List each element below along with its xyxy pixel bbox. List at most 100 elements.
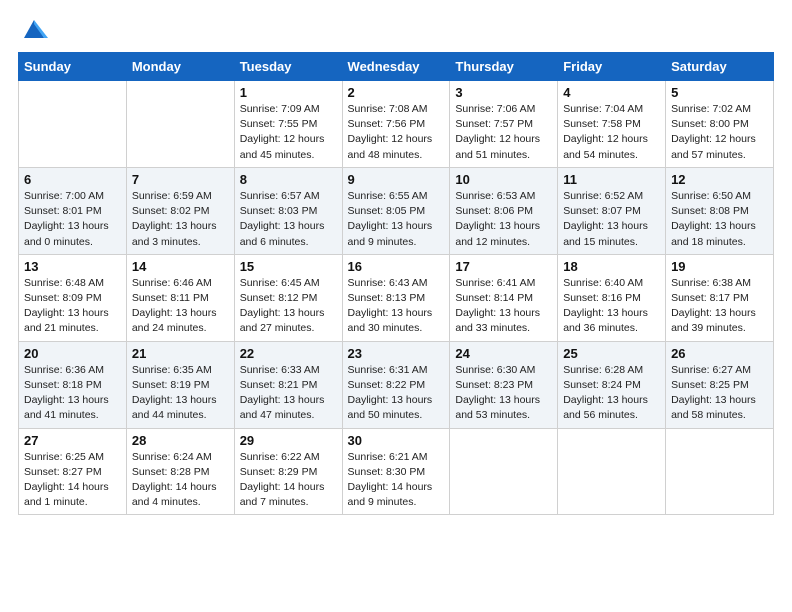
day-info: Sunrise: 6:45 AM Sunset: 8:12 PM Dayligh…	[240, 276, 337, 337]
empty-cell	[666, 428, 774, 515]
day-cell-14: 14 Sunrise: 6:46 AM Sunset: 8:11 PM Dayli…	[126, 254, 234, 341]
day-header-wednesday: Wednesday	[342, 53, 450, 81]
day-info: Sunrise: 7:02 AM Sunset: 8:00 PM Dayligh…	[671, 102, 768, 163]
day-number: 27	[24, 433, 121, 448]
day-cell-19: 19 Sunrise: 6:38 AM Sunset: 8:17 PM Dayli…	[666, 254, 774, 341]
day-number: 7	[132, 172, 229, 187]
day-cell-22: 22 Sunrise: 6:33 AM Sunset: 8:21 PM Dayli…	[234, 341, 342, 428]
day-number: 26	[671, 346, 768, 361]
day-info: Sunrise: 6:53 AM Sunset: 8:06 PM Dayligh…	[455, 189, 552, 250]
day-number: 10	[455, 172, 552, 187]
day-cell-7: 7 Sunrise: 6:59 AM Sunset: 8:02 PM Daylig…	[126, 167, 234, 254]
week-row-3: 20 Sunrise: 6:36 AM Sunset: 8:18 PM Dayli…	[19, 341, 774, 428]
day-cell-28: 28 Sunrise: 6:24 AM Sunset: 8:28 PM Dayli…	[126, 428, 234, 515]
day-info: Sunrise: 6:22 AM Sunset: 8:29 PM Dayligh…	[240, 450, 337, 511]
day-info: Sunrise: 6:38 AM Sunset: 8:17 PM Dayligh…	[671, 276, 768, 337]
day-header-tuesday: Tuesday	[234, 53, 342, 81]
day-cell-27: 27 Sunrise: 6:25 AM Sunset: 8:27 PM Dayli…	[19, 428, 127, 515]
day-info: Sunrise: 6:31 AM Sunset: 8:22 PM Dayligh…	[348, 363, 445, 424]
day-cell-20: 20 Sunrise: 6:36 AM Sunset: 8:18 PM Dayli…	[19, 341, 127, 428]
day-cell-17: 17 Sunrise: 6:41 AM Sunset: 8:14 PM Dayli…	[450, 254, 558, 341]
day-header-monday: Monday	[126, 53, 234, 81]
day-cell-4: 4Sunrise: 7:04 AM Sunset: 7:58 PM Daylig…	[558, 81, 666, 168]
day-cell-26: 26 Sunrise: 6:27 AM Sunset: 8:25 PM Dayli…	[666, 341, 774, 428]
header	[18, 18, 774, 42]
day-info: Sunrise: 6:46 AM Sunset: 8:11 PM Dayligh…	[132, 276, 229, 337]
day-cell-11: 11Sunrise: 6:52 AM Sunset: 8:07 PM Dayli…	[558, 167, 666, 254]
day-number: 21	[132, 346, 229, 361]
empty-cell	[19, 81, 127, 168]
page: SundayMondayTuesdayWednesdayThursdayFrid…	[0, 0, 792, 612]
day-number: 9	[348, 172, 445, 187]
day-cell-30: 30Sunrise: 6:21 AM Sunset: 8:30 PM Dayli…	[342, 428, 450, 515]
day-cell-29: 29 Sunrise: 6:22 AM Sunset: 8:29 PM Dayli…	[234, 428, 342, 515]
calendar-header-row: SundayMondayTuesdayWednesdayThursdayFrid…	[19, 53, 774, 81]
day-info: Sunrise: 6:59 AM Sunset: 8:02 PM Dayligh…	[132, 189, 229, 250]
day-info: Sunrise: 6:48 AM Sunset: 8:09 PM Dayligh…	[24, 276, 121, 337]
calendar-table: SundayMondayTuesdayWednesdayThursdayFrid…	[18, 52, 774, 515]
day-number: 8	[240, 172, 337, 187]
day-number: 23	[348, 346, 445, 361]
empty-cell	[126, 81, 234, 168]
day-header-thursday: Thursday	[450, 53, 558, 81]
day-info: Sunrise: 7:09 AM Sunset: 7:55 PM Dayligh…	[240, 102, 337, 163]
week-row-1: 6 Sunrise: 7:00 AM Sunset: 8:01 PM Daylig…	[19, 167, 774, 254]
day-cell-3: 3 Sunrise: 7:06 AM Sunset: 7:57 PM Daylig…	[450, 81, 558, 168]
day-info: Sunrise: 7:06 AM Sunset: 7:57 PM Dayligh…	[455, 102, 552, 163]
day-header-saturday: Saturday	[666, 53, 774, 81]
day-number: 16	[348, 259, 445, 274]
week-row-2: 13Sunrise: 6:48 AM Sunset: 8:09 PM Dayli…	[19, 254, 774, 341]
day-info: Sunrise: 6:41 AM Sunset: 8:14 PM Dayligh…	[455, 276, 552, 337]
day-cell-12: 12Sunrise: 6:50 AM Sunset: 8:08 PM Dayli…	[666, 167, 774, 254]
day-cell-1: 1 Sunrise: 7:09 AM Sunset: 7:55 PM Daylig…	[234, 81, 342, 168]
day-number: 22	[240, 346, 337, 361]
day-number: 28	[132, 433, 229, 448]
day-info: Sunrise: 6:40 AM Sunset: 8:16 PM Dayligh…	[563, 276, 660, 337]
week-row-0: 1 Sunrise: 7:09 AM Sunset: 7:55 PM Daylig…	[19, 81, 774, 168]
day-number: 18	[563, 259, 660, 274]
empty-cell	[450, 428, 558, 515]
day-cell-18: 18 Sunrise: 6:40 AM Sunset: 8:16 PM Dayli…	[558, 254, 666, 341]
day-number: 3	[455, 85, 552, 100]
day-info: Sunrise: 6:25 AM Sunset: 8:27 PM Dayligh…	[24, 450, 121, 511]
day-info: Sunrise: 6:24 AM Sunset: 8:28 PM Dayligh…	[132, 450, 229, 511]
day-header-sunday: Sunday	[19, 53, 127, 81]
day-number: 2	[348, 85, 445, 100]
day-cell-21: 21 Sunrise: 6:35 AM Sunset: 8:19 PM Dayli…	[126, 341, 234, 428]
day-number: 12	[671, 172, 768, 187]
day-cell-23: 23 Sunrise: 6:31 AM Sunset: 8:22 PM Dayli…	[342, 341, 450, 428]
day-info: Sunrise: 6:33 AM Sunset: 8:21 PM Dayligh…	[240, 363, 337, 424]
day-info: Sunrise: 6:35 AM Sunset: 8:19 PM Dayligh…	[132, 363, 229, 424]
day-info: Sunrise: 7:08 AM Sunset: 7:56 PM Dayligh…	[348, 102, 445, 163]
day-info: Sunrise: 6:36 AM Sunset: 8:18 PM Dayligh…	[24, 363, 121, 424]
day-number: 20	[24, 346, 121, 361]
day-cell-15: 15Sunrise: 6:45 AM Sunset: 8:12 PM Dayli…	[234, 254, 342, 341]
day-cell-24: 24 Sunrise: 6:30 AM Sunset: 8:23 PM Dayli…	[450, 341, 558, 428]
day-number: 24	[455, 346, 552, 361]
day-cell-16: 16 Sunrise: 6:43 AM Sunset: 8:13 PM Dayli…	[342, 254, 450, 341]
day-info: Sunrise: 6:52 AM Sunset: 8:07 PM Dayligh…	[563, 189, 660, 250]
day-number: 29	[240, 433, 337, 448]
day-cell-8: 8Sunrise: 6:57 AM Sunset: 8:03 PM Daylig…	[234, 167, 342, 254]
day-number: 30	[348, 433, 445, 448]
day-info: Sunrise: 6:27 AM Sunset: 8:25 PM Dayligh…	[671, 363, 768, 424]
day-number: 25	[563, 346, 660, 361]
day-number: 1	[240, 85, 337, 100]
day-info: Sunrise: 6:43 AM Sunset: 8:13 PM Dayligh…	[348, 276, 445, 337]
day-cell-13: 13Sunrise: 6:48 AM Sunset: 8:09 PM Dayli…	[19, 254, 127, 341]
day-cell-25: 25 Sunrise: 6:28 AM Sunset: 8:24 PM Dayli…	[558, 341, 666, 428]
day-number: 5	[671, 85, 768, 100]
day-number: 17	[455, 259, 552, 274]
day-cell-5: 5 Sunrise: 7:02 AM Sunset: 8:00 PM Daylig…	[666, 81, 774, 168]
day-number: 6	[24, 172, 121, 187]
day-info: Sunrise: 6:30 AM Sunset: 8:23 PM Dayligh…	[455, 363, 552, 424]
day-info: Sunrise: 6:28 AM Sunset: 8:24 PM Dayligh…	[563, 363, 660, 424]
empty-cell	[558, 428, 666, 515]
day-number: 19	[671, 259, 768, 274]
day-info: Sunrise: 7:00 AM Sunset: 8:01 PM Dayligh…	[24, 189, 121, 250]
logo-icon	[20, 14, 48, 42]
day-number: 14	[132, 259, 229, 274]
day-cell-10: 10 Sunrise: 6:53 AM Sunset: 8:06 PM Dayli…	[450, 167, 558, 254]
week-row-4: 27 Sunrise: 6:25 AM Sunset: 8:27 PM Dayli…	[19, 428, 774, 515]
day-cell-2: 2 Sunrise: 7:08 AM Sunset: 7:56 PM Daylig…	[342, 81, 450, 168]
